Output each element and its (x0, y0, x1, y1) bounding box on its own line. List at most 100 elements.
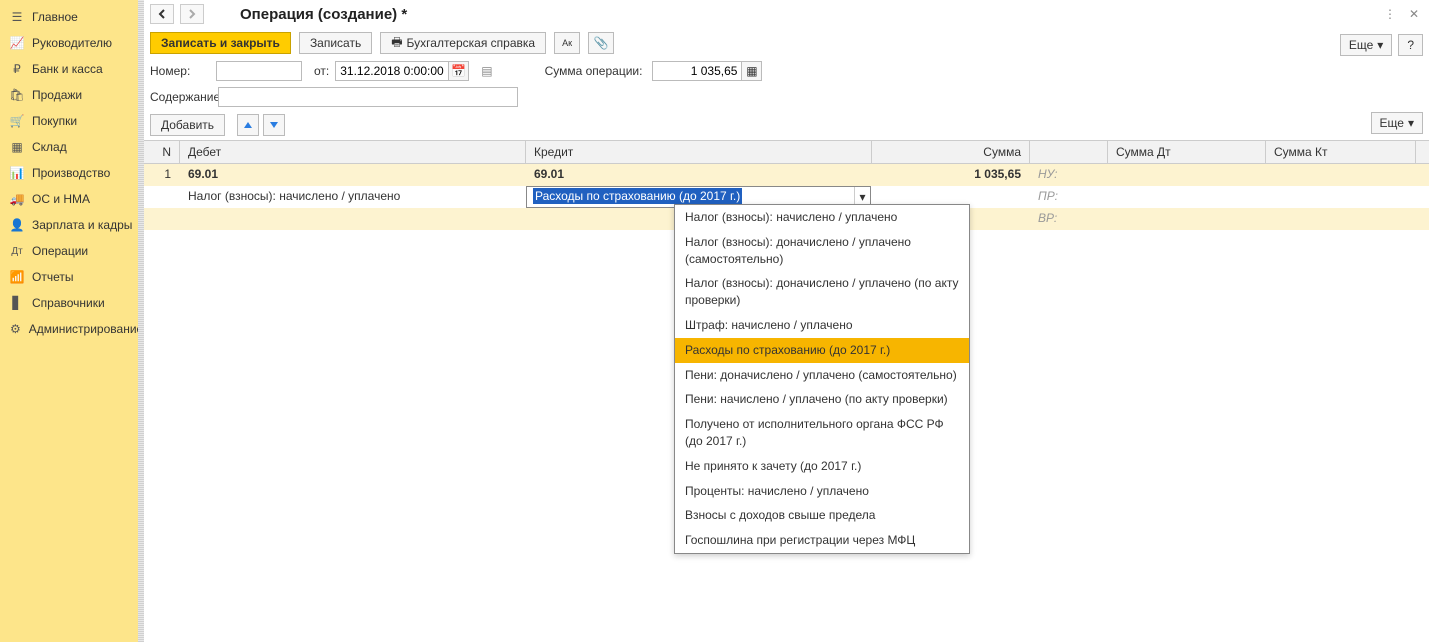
dtkt-icon: Ак (562, 38, 572, 48)
col-sum[interactable]: Сумма (872, 141, 1030, 163)
page-title: Операция (создание) * (240, 6, 407, 23)
cell-vr: ВР: (1030, 208, 1108, 230)
sidebar-item-label: Банк и касса (32, 62, 103, 76)
col-sumdt[interactable]: Сумма Дт (1108, 141, 1266, 163)
number-input[interactable] (216, 61, 302, 81)
dropdown-item[interactable]: Штраф: начислено / уплачено (675, 313, 969, 338)
chevron-down-icon: ▾ (859, 190, 865, 204)
date-input[interactable] (335, 61, 449, 81)
close-icon[interactable]: ✕ (1405, 5, 1423, 23)
sidebar-item-label: Зарплата и кадры (32, 218, 132, 232)
table-row[interactable]: 1 69.01 69.01 1 035,65 НУ: (144, 164, 1429, 186)
col-n[interactable]: N (144, 141, 180, 163)
sidebar-item-main[interactable]: ☰ Главное (0, 4, 138, 30)
save-label: Записать (310, 36, 361, 50)
sidebar-item-label: Склад (32, 140, 67, 154)
sidebar-item-admin[interactable]: ⚙ Администрирование (0, 316, 138, 342)
dropdown-item[interactable]: Не принято к зачету (до 2017 г.) (675, 454, 969, 479)
toolbar: Записать и закрыть Записать 🖶 Бухгалтерс… (144, 28, 1429, 58)
col-sumkt[interactable]: Сумма Кт (1266, 141, 1416, 163)
sidebar-item-sales[interactable]: 🛍 Продажи (0, 82, 138, 108)
table-more-label: Еще (1380, 116, 1404, 130)
dropdown-item-selected[interactable]: Расходы по страхованию (до 2017 г.) (675, 338, 969, 363)
content-input[interactable] (218, 87, 518, 107)
sidebar-item-operations[interactable]: Дт Операции (0, 238, 138, 264)
form-row-content: Содержание: (144, 84, 1429, 110)
cell-sum: 1 035,65 (872, 164, 1030, 186)
sidebar-item-label: ОС и НМА (32, 192, 90, 206)
sidebar-item-label: Руководителю (32, 36, 112, 50)
save-close-button[interactable]: Записать и закрыть (150, 32, 291, 54)
operations-icon: Дт (10, 244, 24, 258)
sidebar-item-hr[interactable]: 👤 Зарплата и кадры (0, 212, 138, 238)
kebab-icon[interactable]: ⋮ (1381, 5, 1399, 23)
sidebar-item-label: Справочники (32, 296, 105, 310)
calendar-button[interactable]: 📅 (449, 61, 469, 81)
sidebar-item-production[interactable]: 📊 Производство (0, 160, 138, 186)
sidebar-item-label: Производство (32, 166, 110, 180)
sidebar-item-bank[interactable]: ₽ Банк и касса (0, 56, 138, 82)
sidebar-item-assets[interactable]: 🚚 ОС и НМА (0, 186, 138, 212)
more-label: Еще (1349, 38, 1373, 52)
sales-icon: 🛍 (10, 88, 24, 102)
add-row-button[interactable]: Добавить (150, 114, 225, 136)
sidebar-item-purchases[interactable]: 🛒 Покупки (0, 108, 138, 134)
more-button[interactable]: Еще ▾ (1340, 34, 1392, 56)
cell-debit-sub: Налог (взносы): начислено / уплачено (180, 186, 526, 208)
accounting-ref-button[interactable]: 🖶 Бухгалтерская справка (380, 32, 546, 54)
chevron-down-icon: ▾ (1377, 38, 1383, 52)
sidebar-item-label: Администрирование (29, 322, 143, 336)
dropdown-item[interactable]: Налог (взносы): доначислено / уплачено (… (675, 271, 969, 313)
book-icon: ▋ (10, 296, 24, 310)
dtkt-button[interactable]: Ак (554, 32, 580, 54)
dropdown-item[interactable]: Проценты: начислено / уплачено (675, 479, 969, 504)
main-area: Операция (создание) * ⋮ ✕ Записать и зак… (144, 0, 1429, 642)
table-more-button[interactable]: Еще ▾ (1371, 112, 1423, 134)
sidebar-item-label: Продажи (32, 88, 82, 102)
attachment-button[interactable]: 📎 (588, 32, 614, 54)
save-close-label: Записать и закрыть (161, 36, 280, 50)
sidebar-item-warehouse[interactable]: ▦ Склад (0, 134, 138, 160)
dropdown-item[interactable]: Взносы с доходов свыше предела (675, 503, 969, 528)
reports-icon: 📶 (10, 270, 24, 284)
dropdown-item[interactable]: Пени: начислено / уплачено (по акту пров… (675, 387, 969, 412)
cart-icon: 🛒 (10, 114, 24, 128)
grid-header: N Дебет Кредит Сумма Сумма Дт Сумма Кт (144, 140, 1429, 164)
cell-debit-account: 69.01 (180, 164, 526, 186)
move-up-button[interactable] (237, 114, 259, 136)
sidebar: ☰ Главное 📈 Руководителю ₽ Банк и касса … (0, 0, 138, 642)
sum-input[interactable] (652, 61, 742, 81)
dropdown-item[interactable]: Госпошлина при регистрации через МФЦ (675, 528, 969, 553)
menu-icon: ☰ (10, 10, 24, 24)
help-button[interactable]: ? (1398, 34, 1423, 56)
sidebar-item-label: Главное (32, 10, 78, 24)
bank-icon: ₽ (10, 62, 24, 76)
col-debit[interactable]: Дебет (180, 141, 526, 163)
dropdown-item[interactable]: Пени: доначислено / уплачено (самостояте… (675, 363, 969, 388)
nav-forward-button[interactable] (180, 4, 204, 24)
save-button[interactable]: Записать (299, 32, 372, 54)
calc-button[interactable]: ▦ (742, 61, 762, 81)
cell-pr: ПР: (1030, 186, 1108, 208)
sidebar-item-label: Отчеты (32, 270, 73, 284)
help-label: ? (1407, 38, 1414, 52)
cell-nu: НУ: (1030, 164, 1108, 186)
table-toolbar: Добавить Еще ▾ (144, 110, 1429, 140)
production-icon: 📊 (10, 166, 24, 180)
sidebar-item-catalogs[interactable]: ▋ Справочники (0, 290, 138, 316)
col-credit[interactable]: Кредит (526, 141, 872, 163)
sidebar-item-manager[interactable]: 📈 Руководителю (0, 30, 138, 56)
col-extra (1030, 141, 1108, 163)
sidebar-item-reports[interactable]: 📶 Отчеты (0, 264, 138, 290)
move-down-button[interactable] (263, 114, 285, 136)
dropdown-item[interactable]: Налог (взносы): начислено / уплачено (675, 205, 969, 230)
subconto-dropdown: Налог (взносы): начислено / уплачено Нал… (674, 204, 970, 554)
chevron-down-icon: ▾ (1408, 116, 1414, 130)
cell-n: 1 (144, 164, 180, 186)
nav-back-button[interactable] (150, 4, 174, 24)
cell-sumdt (1108, 164, 1266, 186)
dropdown-item[interactable]: Налог (взносы): доначислено / уплачено (… (675, 230, 969, 272)
dropdown-item[interactable]: Получено от исполнительного органа ФСС Р… (675, 412, 969, 454)
print-icon: 🖶 (391, 33, 402, 54)
link-icon[interactable]: ▤ (481, 64, 492, 78)
